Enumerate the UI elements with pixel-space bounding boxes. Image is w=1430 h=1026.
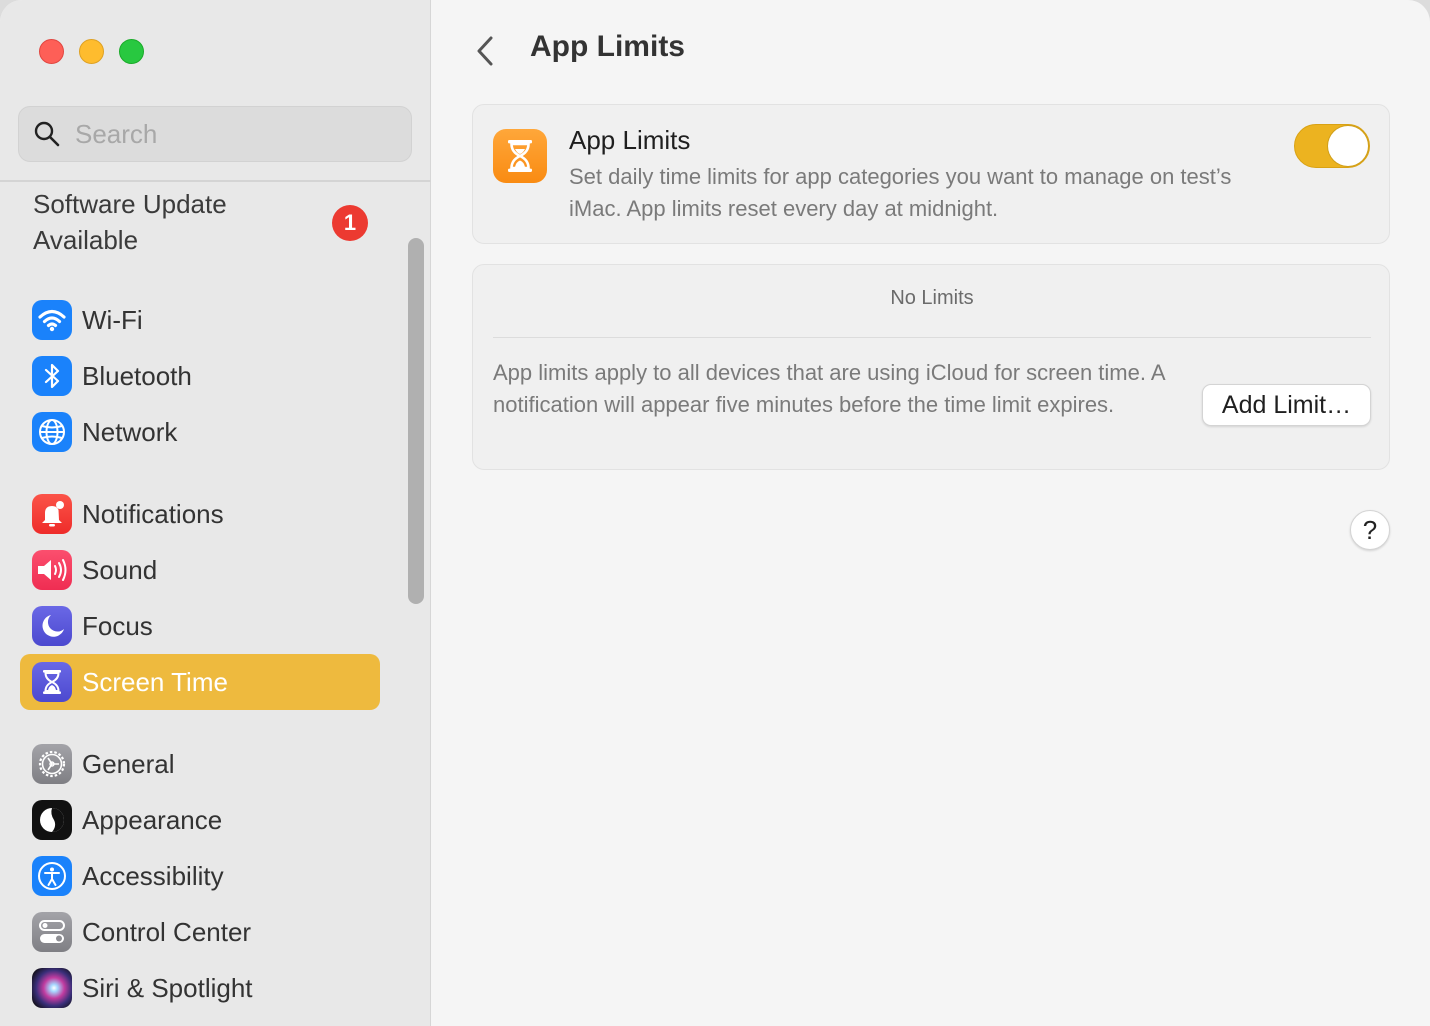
software-update-link[interactable]: Software Update Available bbox=[33, 186, 313, 258]
sidebar-item-appearance[interactable]: Appearance bbox=[20, 792, 380, 848]
sidebar-item-notifications[interactable]: Notifications bbox=[20, 486, 380, 542]
help-button[interactable]: ? bbox=[1350, 510, 1390, 550]
speaker-icon bbox=[32, 550, 72, 590]
page-title: App Limits bbox=[530, 30, 685, 63]
sidebar-item-control-center[interactable]: Control Center bbox=[20, 904, 380, 960]
app-limits-heading: App Limits bbox=[569, 125, 691, 155]
sidebar-item-label: Siri & Spotlight bbox=[82, 972, 253, 1003]
hourglass-icon bbox=[493, 129, 547, 183]
chevron-left-icon bbox=[477, 36, 493, 66]
wifi-icon bbox=[32, 300, 72, 340]
sidebar-item-focus[interactable]: Focus bbox=[20, 598, 380, 654]
sidebar-item-siri-spotlight[interactable]: Siri & Spotlight bbox=[20, 960, 380, 1016]
limits-empty-status: No Limits bbox=[890, 287, 974, 309]
main-content: App Limits App Limits Set daily time lim… bbox=[432, 0, 1430, 1026]
toggle-knob bbox=[1328, 126, 1368, 166]
app-limits-description: Set daily time limits for app categories… bbox=[569, 164, 1232, 221]
sidebar-item-network[interactable]: Network bbox=[20, 404, 380, 460]
sidebar-item-label: Accessibility bbox=[82, 860, 224, 891]
siri-icon bbox=[32, 968, 72, 1008]
sidebar-item-label: Notifications bbox=[82, 498, 224, 529]
bell-icon bbox=[32, 494, 72, 534]
sidebar-item-bluetooth[interactable]: Bluetooth bbox=[20, 348, 380, 404]
sidebar-item-label: Control Center bbox=[82, 916, 252, 947]
update-count-badge: 1 bbox=[332, 205, 368, 241]
hourglass-icon bbox=[32, 662, 72, 702]
bluetooth-icon bbox=[32, 356, 72, 396]
moon-icon bbox=[32, 606, 72, 646]
sidebar-item-general[interactable]: General bbox=[20, 736, 380, 792]
sidebar: Software Update Available 1 Wi-Fi Blueto… bbox=[0, 0, 431, 1026]
sidebar-item-label: Bluetooth bbox=[82, 360, 192, 391]
sidebar-item-label: Network bbox=[82, 416, 178, 447]
close-window-button[interactable] bbox=[39, 39, 64, 64]
sidebar-divider bbox=[0, 180, 431, 182]
sidebar-item-label: Screen Time bbox=[82, 666, 228, 697]
sidebar-item-sound[interactable]: Sound bbox=[20, 542, 380, 598]
app-limits-card: App Limits Set daily time limits for app… bbox=[472, 104, 1390, 244]
settings-window: Software Update Available 1 Wi-Fi Blueto… bbox=[0, 0, 1430, 1026]
sidebar-item-label: Focus bbox=[82, 610, 153, 641]
search-icon bbox=[34, 121, 60, 147]
limits-info-text: App limits apply to all devices that are… bbox=[493, 360, 1165, 417]
toggles-icon bbox=[32, 912, 72, 952]
limits-list-card: No Limits App limits apply to all device… bbox=[472, 264, 1390, 470]
add-limit-button[interactable]: Add Limit… bbox=[1202, 384, 1371, 426]
maximize-window-button[interactable] bbox=[119, 39, 144, 64]
search-input[interactable] bbox=[75, 118, 375, 150]
minimize-window-button[interactable] bbox=[79, 39, 104, 64]
appearance-icon bbox=[32, 800, 72, 840]
sidebar-item-label: Wi-Fi bbox=[82, 304, 143, 335]
sidebar-item-label: Sound bbox=[82, 554, 158, 585]
search-field[interactable] bbox=[18, 106, 412, 162]
back-button[interactable] bbox=[470, 34, 500, 68]
card-divider bbox=[493, 337, 1371, 338]
gear-icon bbox=[32, 744, 72, 784]
sidebar-item-label: Appearance bbox=[82, 804, 223, 835]
sidebar-scrollbar[interactable] bbox=[408, 238, 424, 604]
globe-icon bbox=[32, 412, 72, 452]
sidebar-item-accessibility[interactable]: Accessibility bbox=[20, 848, 380, 904]
sidebar-item-screen-time[interactable]: Screen Time bbox=[20, 654, 380, 710]
sidebar-item-label: General bbox=[82, 748, 175, 779]
sidebar-item-wifi[interactable]: Wi-Fi bbox=[20, 292, 380, 348]
app-limits-toggle[interactable] bbox=[1294, 124, 1370, 168]
accessibility-icon bbox=[32, 856, 72, 896]
